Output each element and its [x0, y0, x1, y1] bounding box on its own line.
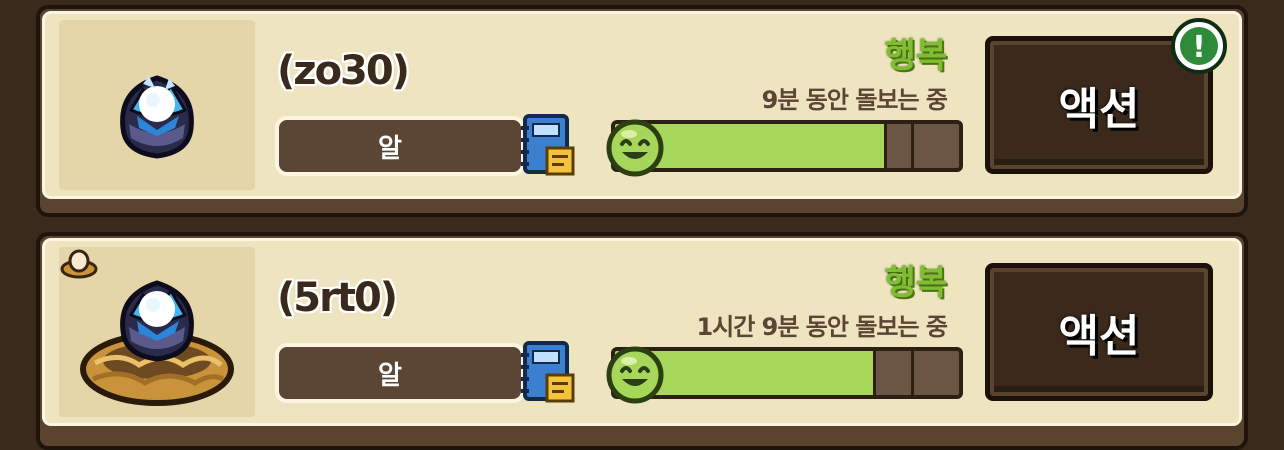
pet-portrait[interactable]	[59, 247, 255, 417]
pet-portrait[interactable]	[59, 20, 255, 190]
egg-in-nest-icon	[60, 249, 98, 279]
journal-book-icon[interactable]	[519, 339, 577, 405]
care-time-text: 9분 동안 돌보는 중	[761, 86, 948, 114]
pet-name: (zo30)	[277, 48, 410, 94]
green-smiley-icon	[606, 119, 664, 177]
mood-label: 행복	[884, 36, 947, 76]
happiness-bar-divider	[911, 351, 914, 395]
pet-type-label: 알	[275, 343, 525, 403]
alert-exclamation-icon[interactable]: !	[1170, 17, 1228, 75]
pet-card-panel: (zo30) 알 행복 9분 동안 돌보는 중 액션	[42, 11, 1242, 199]
action-button[interactable]: 액션	[985, 263, 1213, 401]
pet-card-panel: (5rt0) 알 행복 1시간 9분 동안 돌보는 중 액션	[42, 238, 1242, 426]
alert-symbol: !	[1192, 30, 1206, 65]
mood-label: 행복	[884, 263, 947, 303]
pet-name: (5rt0)	[277, 275, 398, 321]
care-time-text: 1시간 9분 동안 돌보는 중	[696, 313, 948, 341]
pet-type-label: 알	[275, 116, 525, 176]
happiness-bar-divider	[911, 124, 914, 168]
blue-crystal-egg-icon	[120, 75, 194, 159]
green-smiley-icon	[606, 346, 664, 404]
pet-card: (zo30) 알 행복 9분 동안 돌보는 중 액션 !	[36, 5, 1248, 217]
journal-book-icon[interactable]	[519, 112, 577, 178]
pet-card: (5rt0) 알 행복 1시간 9분 동안 돌보는 중 액션	[36, 232, 1248, 450]
